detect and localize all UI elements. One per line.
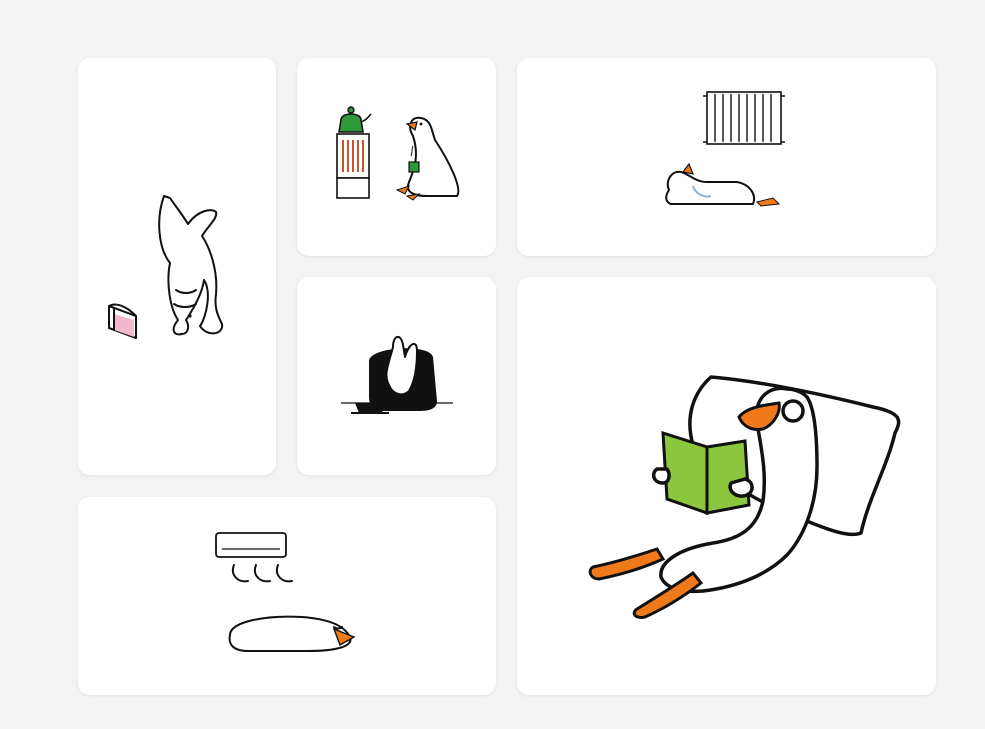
illustration-card-radiator [517, 58, 936, 256]
goose-radiator-icon [665, 91, 785, 207]
illustration-card-air-conditioner [78, 497, 496, 695]
illustration-card-headstand [78, 58, 276, 475]
goose-heater-icon [336, 106, 460, 201]
goose-sofa-icon [341, 336, 453, 414]
goose-reading-icon [588, 375, 901, 619]
goose-headstand-icon [108, 195, 224, 339]
illustration-card-heater [297, 58, 496, 256]
illustration-card-reading [517, 277, 936, 695]
goose-ac-icon [215, 532, 356, 652]
illustration-card-sofa [297, 277, 496, 475]
